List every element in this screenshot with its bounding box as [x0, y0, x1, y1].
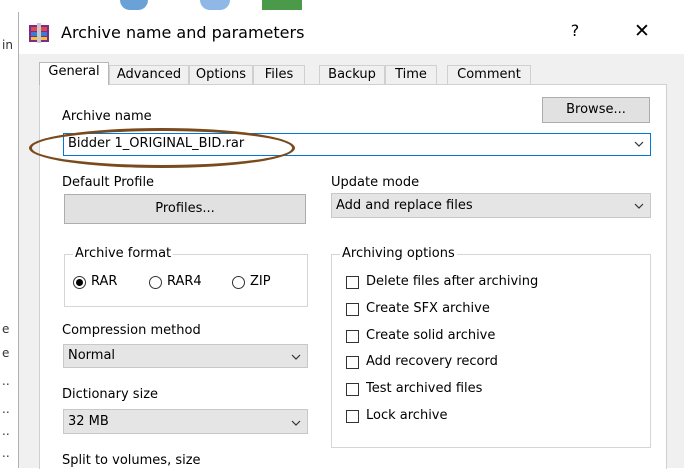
archive-name-label: Archive name	[62, 109, 152, 124]
compression-method-value: Normal	[68, 348, 116, 363]
checkbox-create-sfx-label: Create SFX archive	[366, 301, 490, 316]
chevron-down-icon	[291, 420, 301, 426]
checkbox-create-solid-label: Create solid archive	[366, 328, 496, 343]
archive-name-value: Bidder 1_ORIGINAL_BID.rar	[68, 136, 245, 151]
radio-rar4-label: RAR4	[167, 274, 202, 289]
radio-rar-label: RAR	[91, 274, 118, 289]
update-mode-select[interactable]: Add and replace files	[331, 193, 651, 218]
tab-files[interactable]: Files	[253, 65, 305, 84]
background-text: ..	[2, 402, 10, 416]
default-profile-label: Default Profile	[62, 175, 155, 190]
checkbox-delete-files[interactable]	[346, 276, 359, 289]
tab-advanced[interactable]: Advanced	[109, 65, 189, 84]
archiving-options-title: Archiving options	[340, 246, 457, 261]
background-blob	[262, 0, 302, 10]
checkbox-lock-archive-label: Lock archive	[366, 408, 448, 423]
tab-general[interactable]: General	[39, 62, 109, 85]
chevron-down-icon	[634, 141, 644, 147]
background-blob	[120, 0, 148, 10]
background-text: ..	[2, 374, 10, 388]
background-text: ..	[2, 446, 10, 460]
checkbox-recovery-record-label: Add recovery record	[366, 354, 498, 369]
close-icon: ✕	[634, 20, 650, 42]
chevron-down-icon	[634, 203, 644, 209]
background-window-edge: in e e .. .. .. ..	[0, 0, 18, 468]
tab-time[interactable]: Time	[385, 65, 437, 84]
title-bar: Archive name and parameters ? ✕	[19, 12, 684, 54]
dictionary-size-value: 32 MB	[68, 414, 109, 429]
profiles-button[interactable]: Profiles...	[64, 194, 306, 224]
archive-name-field[interactable]: Bidder 1_ORIGINAL_BID.rar	[63, 133, 651, 156]
dialog-title: Archive name and parameters	[61, 23, 305, 42]
tab-backup[interactable]: Backup	[319, 65, 385, 84]
archiving-options-group: Archiving options Delete files after arc…	[331, 246, 651, 448]
background-blob	[200, 0, 230, 10]
checkbox-create-sfx[interactable]	[346, 303, 359, 316]
dictionary-size-label: Dictionary size	[62, 387, 159, 402]
checkbox-create-solid[interactable]	[346, 330, 359, 343]
tab-options[interactable]: Options	[189, 65, 253, 84]
tab-comment[interactable]: Comment	[447, 65, 531, 84]
compression-method-label: Compression method	[62, 323, 201, 338]
background-top-strip	[0, 0, 684, 10]
radio-zip[interactable]	[232, 276, 245, 289]
split-volumes-label: Split to volumes, size	[62, 453, 201, 468]
checkbox-delete-files-label: Delete files after archiving	[366, 274, 539, 289]
background-text: ..	[2, 424, 10, 438]
checkbox-test-files[interactable]	[346, 383, 359, 396]
archive-dialog: Archive name and parameters ? ✕ General …	[18, 12, 684, 469]
help-button[interactable]: ?	[565, 21, 585, 43]
checkbox-test-files-label: Test archived files	[366, 381, 483, 396]
update-mode-value: Add and replace files	[336, 198, 473, 213]
chevron-down-icon	[291, 354, 301, 360]
radio-rar4[interactable]	[149, 276, 162, 289]
checkbox-lock-archive[interactable]	[346, 410, 359, 423]
radio-zip-label: ZIP	[250, 274, 271, 289]
update-mode-label: Update mode	[331, 175, 420, 190]
archive-format-title: Archive format	[73, 246, 174, 261]
general-panel: Archive name Browse... Bidder 1_ORIGINAL…	[39, 84, 667, 469]
browse-button[interactable]: Browse...	[542, 97, 650, 123]
background-text: e	[2, 346, 10, 360]
background-text: in	[2, 38, 13, 52]
winrar-app-icon	[29, 23, 49, 43]
close-button[interactable]: ✕	[627, 20, 657, 46]
checkbox-recovery-record[interactable]	[346, 356, 359, 369]
radio-rar[interactable]	[73, 276, 86, 289]
dictionary-size-select[interactable]: 32 MB	[63, 409, 308, 434]
radio-selected-dot	[76, 279, 83, 286]
compression-method-select[interactable]: Normal	[63, 344, 308, 368]
archive-format-group: Archive format RAR RAR4 ZIP	[64, 246, 308, 307]
background-text: e	[2, 322, 10, 336]
